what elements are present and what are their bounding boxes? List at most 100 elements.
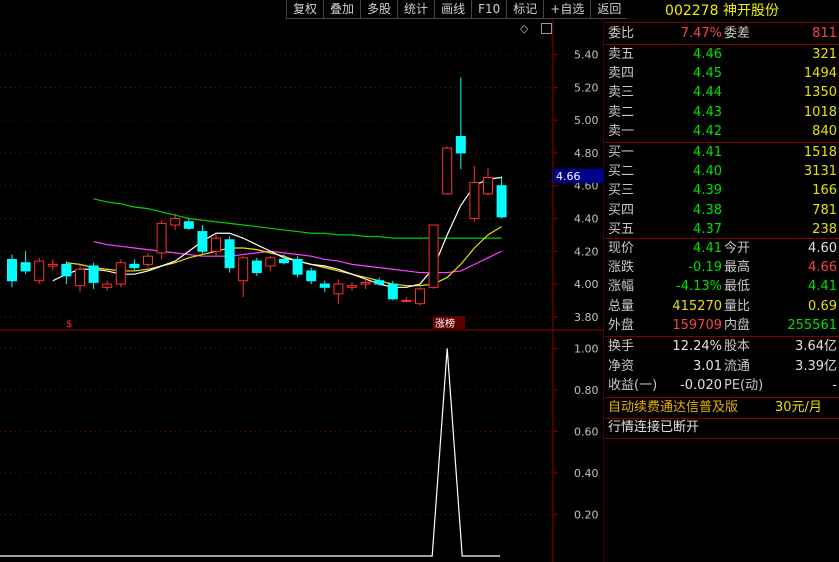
- toolbar-button[interactable]: 复权: [286, 0, 324, 19]
- stat-row: 总量 415270 量比 0.69: [605, 297, 839, 316]
- candle-body: [183, 221, 194, 229]
- kline-chart[interactable]: 5.405.205.004.804.604.404.204.003.804.66…: [0, 0, 604, 562]
- toolbar-button[interactable]: 叠加: [323, 0, 361, 19]
- row-value: 4.42: [693, 123, 722, 139]
- chart-area[interactable]: 5.40 5.20 5.00 4.80 4.60 4.40 4.20 4.00 3.80 4.66…: [0, 0, 628, 562]
- row-label-2: 最低: [724, 279, 751, 295]
- toolbar-button[interactable]: 统计: [397, 0, 435, 19]
- toolbar-button[interactable]: +自选: [543, 0, 591, 19]
- toolbar-button[interactable]: 返回: [590, 0, 628, 19]
- candle-body: [455, 136, 466, 154]
- candle-body: [102, 283, 113, 288]
- row-value-2: 255561: [787, 317, 837, 333]
- row-label-2: 最高: [724, 260, 751, 276]
- candle-body: [7, 258, 17, 282]
- price-tick-label: 4.20: [574, 245, 599, 258]
- row-value: 159709: [672, 317, 722, 333]
- price-tick-label: 5.40: [574, 49, 599, 62]
- row-label: 外盘: [608, 317, 635, 333]
- row-value-2: 4.41: [808, 279, 837, 295]
- row-label: 买二: [608, 164, 635, 180]
- row-label: 卖三: [608, 85, 635, 101]
- fund-row: 净资 3.01 流通 3.39亿: [605, 357, 839, 376]
- candle-body: [224, 239, 235, 269]
- row-value: -4.13%: [676, 279, 722, 295]
- row-value: 12.24%: [672, 339, 722, 354]
- row-value: 4.40: [693, 164, 722, 180]
- row-value-2: 1518: [803, 145, 837, 160]
- row-value: 4.43: [693, 104, 722, 120]
- row-value: 4.45: [693, 66, 722, 82]
- candle-body: [374, 280, 385, 285]
- ask-row: 卖一 4.42 840: [605, 122, 839, 141]
- zhangbang-marker: 涨榜: [435, 317, 455, 330]
- toolbar-button[interactable]: F10: [471, 0, 507, 19]
- promo-price[interactable]: 30元/月: [775, 398, 822, 418]
- price-tick-label: 4.80: [574, 147, 599, 160]
- bid-row: 买四 4.38 781: [605, 201, 839, 220]
- price-tick-label: 3.80: [574, 311, 599, 324]
- row-label: 买一: [608, 145, 635, 160]
- bid-row: 买五 4.37 238: [605, 220, 839, 239]
- scroll-box-icon[interactable]: [541, 23, 552, 34]
- weicha-value: 811: [812, 26, 837, 41]
- bid-row: 买三 4.39 166: [605, 181, 839, 200]
- candle-body: [496, 185, 507, 218]
- toolbar-button[interactable]: 标记: [506, 0, 544, 19]
- candle-body: [265, 257, 276, 267]
- s-marker: $: [66, 319, 72, 330]
- candle-body: [469, 181, 480, 219]
- candle-body: [292, 258, 303, 275]
- stat-row: 涨幅 -4.13% 最低 4.41: [605, 277, 839, 296]
- row-label: 涨跌: [608, 260, 635, 276]
- candle-body: [347, 285, 357, 288]
- weibi-label: 委比: [608, 26, 635, 41]
- candle-body: [483, 177, 493, 195]
- row-value-2: 1350: [803, 85, 837, 101]
- bid-row: 买一 4.41 1518: [605, 143, 839, 162]
- ask-row: 卖五 4.46 321: [605, 45, 839, 64]
- connection-status: 行情连接已断开: [608, 420, 700, 435]
- bid-row: 买二 4.40 3131: [605, 162, 839, 181]
- candle-body: [88, 265, 99, 283]
- row-label: 换手: [608, 339, 635, 354]
- row-value: 4.44: [693, 85, 722, 101]
- indicator-tick-label: 0.60: [574, 425, 599, 438]
- row-value-2: 781: [812, 202, 837, 218]
- candle-body: [401, 299, 412, 302]
- promo-text[interactable]: 自动续费通达信普及版: [608, 398, 738, 418]
- candle-body: [129, 263, 140, 269]
- candle-body: [47, 263, 58, 267]
- candle-body: [143, 255, 153, 265]
- weicha-label: 委差: [724, 26, 751, 41]
- row-label-2: 流通: [724, 358, 751, 374]
- candle-body: [75, 268, 85, 287]
- candle-body: [20, 262, 31, 272]
- candle-body: [238, 257, 249, 282]
- row-label: 现价: [608, 241, 635, 256]
- divider: [605, 22, 839, 23]
- row-label: 买四: [608, 202, 635, 218]
- row-value: 4.41: [693, 241, 722, 256]
- row-value-2: 1494: [803, 66, 837, 82]
- price-tick-label: 5.00: [574, 114, 599, 127]
- row-value-2: 321: [812, 47, 837, 62]
- candle-body: [156, 222, 167, 254]
- row-label-2: 内盘: [724, 317, 751, 333]
- candle-body: [211, 237, 221, 252]
- quote-panel: 002278 神开股份 委比 7.47% 委差 811 卖五 4.46 321 卖四 4…: [605, 0, 839, 562]
- ask-row: 卖二 4.43 1018: [605, 103, 839, 122]
- diamond-icon[interactable]: ◇: [520, 22, 528, 35]
- row-value: -0.19: [688, 260, 722, 276]
- indicator-line: [0, 348, 500, 557]
- toolbar-button[interactable]: 画线: [434, 0, 472, 19]
- candle-body: [319, 283, 330, 288]
- row-label: 卖五: [608, 47, 635, 62]
- indicator-tick-label: 0.80: [574, 384, 599, 397]
- stock-title: 002278 神开股份: [605, 0, 839, 22]
- row-value-2: 1018: [803, 104, 837, 120]
- toolbar: 复权 叠加 多股 统计 画线 F10 标记 +自选 返回: [286, 0, 628, 19]
- promo-row[interactable]: 自动续费通达信普及版 30元/月: [605, 398, 839, 418]
- candle-body: [428, 224, 439, 288]
- toolbar-button[interactable]: 多股: [360, 0, 398, 19]
